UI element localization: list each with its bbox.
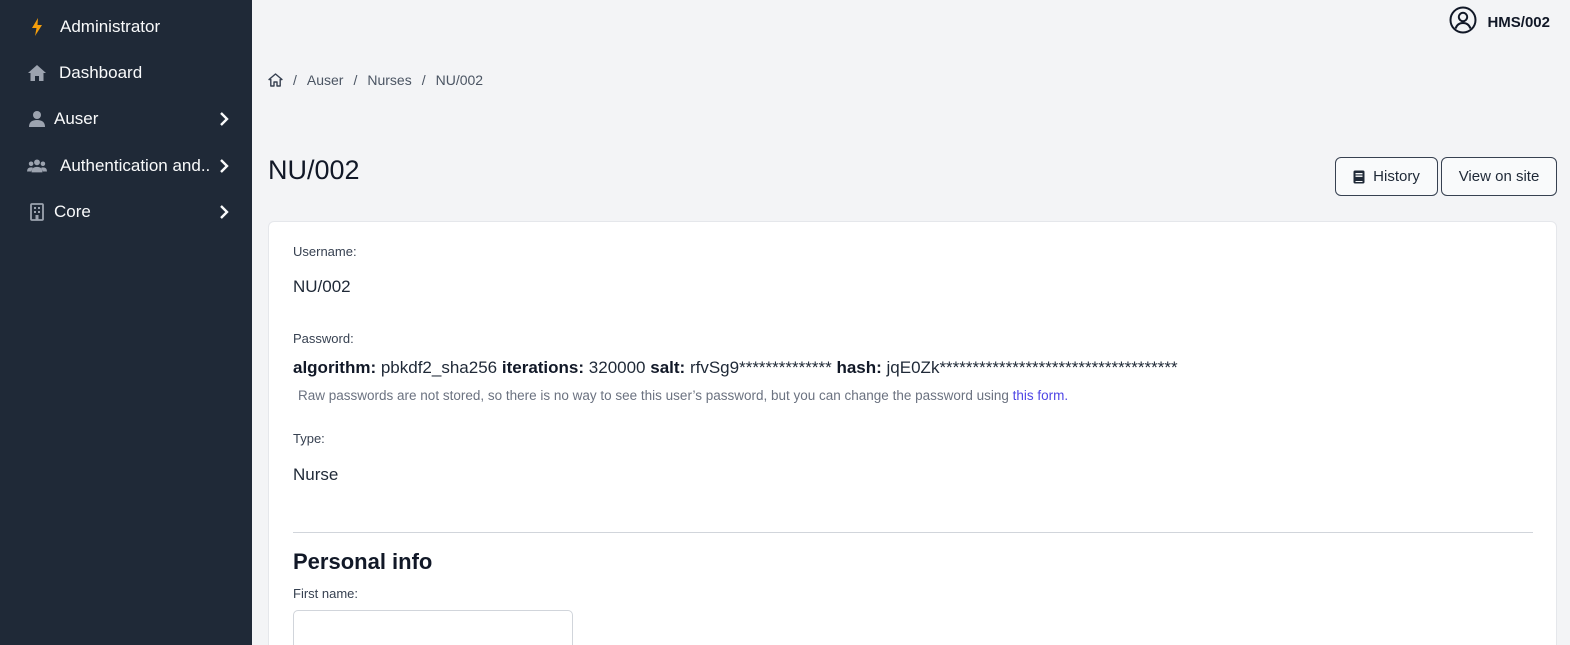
chevron-right-icon — [217, 112, 231, 126]
sidebar-item-auser[interactable]: Auser — [0, 99, 252, 139]
sidebar-item-label: Authentication and.. — [60, 156, 211, 175]
algorithm-value: pbkdf2_sha256 — [380, 358, 498, 377]
first-name-label: First name: — [293, 586, 359, 601]
sidebar-item-dashboard[interactable]: Dashboard — [0, 53, 252, 93]
user-menu[interactable]: HMS/002 — [1449, 6, 1550, 39]
user-name: HMS/002 — [1487, 13, 1550, 31]
username-value: NU/002 — [293, 277, 351, 296]
page-title: NU/002 — [268, 155, 360, 185]
iterations-value: 320000 — [588, 358, 646, 377]
change-password-link[interactable]: this form. — [1013, 388, 1069, 403]
breadcrumb-link-auser[interactable]: Auser — [307, 72, 344, 88]
password-help-text: Raw passwords are not stored, so there i… — [298, 388, 1068, 403]
breadcrumb-separator: / — [353, 72, 358, 88]
chevron-right-icon — [217, 159, 231, 173]
section-divider — [293, 532, 1533, 533]
section-title-personal-info: Personal info — [293, 549, 433, 574]
algorithm-key: algorithm: — [293, 358, 377, 377]
home-icon[interactable] — [268, 73, 283, 87]
user-detail-card: Username: NU/002 Password: algorithm: pb… — [268, 221, 1557, 645]
users-icon — [27, 156, 47, 176]
first-name-input[interactable] — [293, 610, 573, 645]
type-value: Nurse — [293, 465, 339, 484]
sidebar-item-label: Administrator — [60, 17, 161, 36]
home-icon — [27, 63, 47, 83]
username-label: Username: — [293, 244, 357, 259]
breadcrumb-separator: / — [421, 72, 426, 88]
user-icon — [27, 109, 47, 129]
view-on-site-button[interactable]: View on site — [1441, 157, 1557, 196]
type-label: Type: — [293, 431, 325, 446]
sidebar-item-label: Core — [54, 202, 91, 221]
password-help-body: Raw passwords are not stored, so there i… — [298, 388, 1009, 403]
sidebar-item-label: Dashboard — [59, 63, 143, 82]
password-hash-summary: algorithm: pbkdf2_sha256 iterations: 320… — [293, 358, 1178, 378]
sidebar-item-administrator[interactable]: Administrator — [0, 7, 252, 47]
breadcrumb: / Auser / Nurses / NU/002 — [268, 72, 483, 88]
bolt-icon — [27, 17, 47, 37]
salt-key: salt: — [650, 358, 686, 377]
sidebar-item-authentication[interactable]: Authentication and.. — [0, 146, 252, 186]
chevron-right-icon — [217, 205, 231, 219]
hash-key: hash: — [836, 358, 882, 377]
book-icon — [1353, 170, 1365, 184]
sidebar-item-core[interactable]: Core — [0, 192, 252, 232]
hash-value: jqE0Zk**********************************… — [886, 358, 1178, 377]
history-button[interactable]: History — [1335, 157, 1438, 196]
sidebar: Administrator Dashboard Auser Authentica… — [0, 0, 252, 645]
view-on-site-label: View on site — [1458, 168, 1540, 185]
iterations-key: iterations: — [501, 358, 585, 377]
sidebar-item-label: Auser — [54, 109, 99, 128]
breadcrumb-link-nurses[interactable]: Nurses — [367, 72, 411, 88]
building-icon — [27, 202, 47, 222]
user-circle-icon — [1449, 6, 1477, 39]
salt-value: rfvSg9************** — [689, 358, 832, 377]
password-label: Password: — [293, 331, 354, 346]
breadcrumb-separator: / — [293, 72, 297, 88]
history-button-label: History — [1373, 168, 1420, 185]
breadcrumb-current: NU/002 — [435, 72, 484, 88]
